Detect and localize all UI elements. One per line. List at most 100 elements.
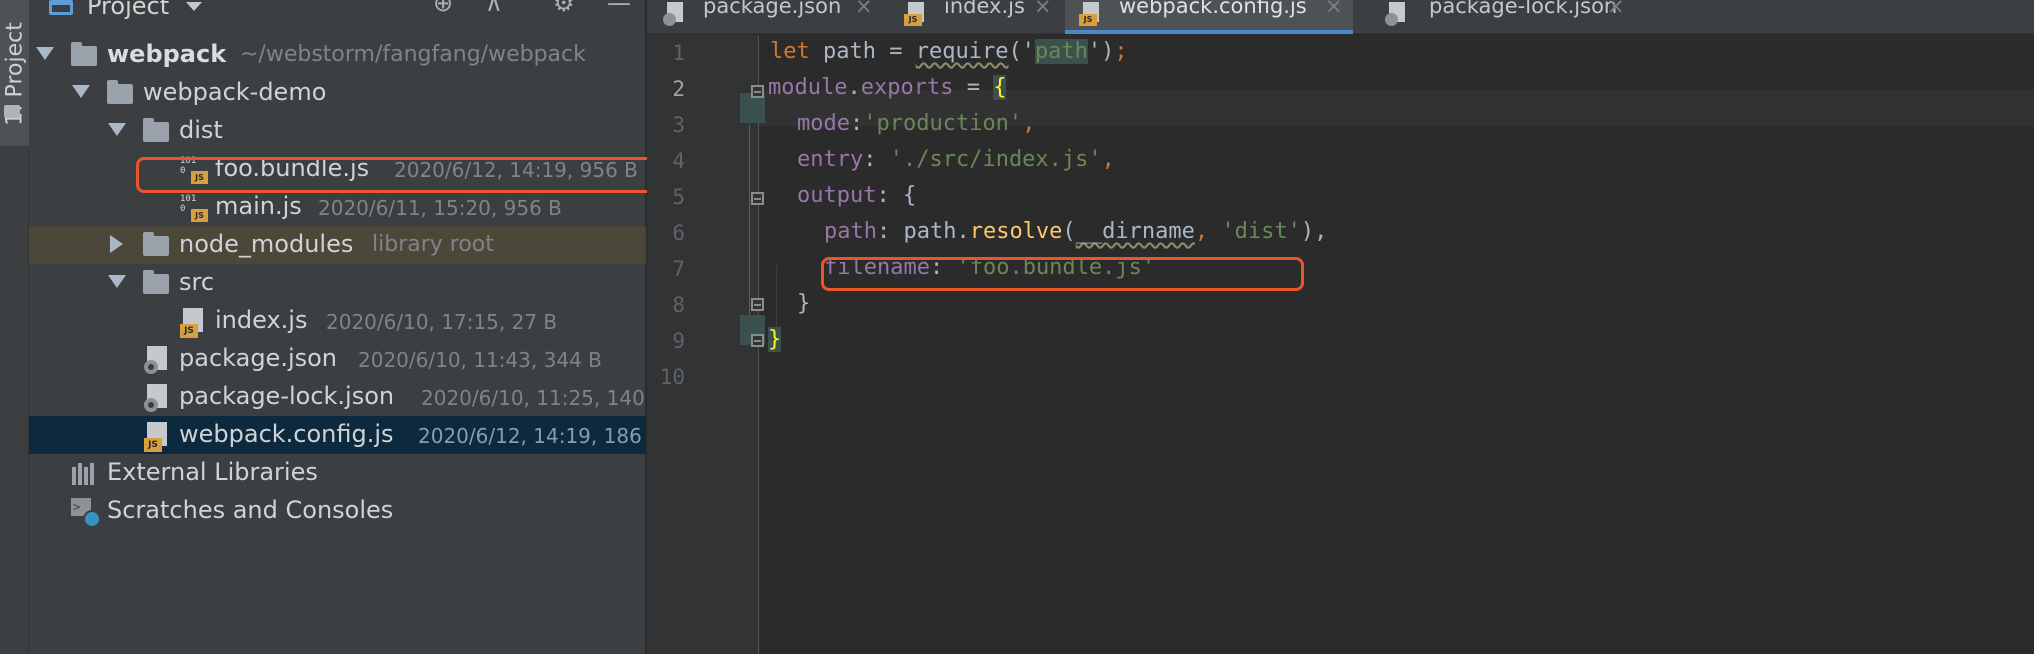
code-token: , — [1194, 219, 1222, 244]
folder-icon — [71, 42, 97, 66]
chevron-down-icon[interactable] — [108, 123, 126, 136]
chevron-down-icon[interactable] — [186, 2, 202, 11]
folder-icon — [143, 232, 169, 256]
code-token: : — [863, 147, 890, 172]
tree-item-webpack-demo[interactable]: webpack-demo — [29, 74, 646, 112]
close-icon[interactable]: × — [1034, 0, 1052, 18]
code-token: module — [768, 75, 848, 100]
project-view-selector[interactable]: Project — [87, 0, 169, 20]
fold-marker[interactable] — [751, 192, 764, 205]
project-window-icon — [49, 0, 73, 15]
fold-marker[interactable] — [751, 334, 764, 347]
tree-item-index-js[interactable]: JS index.js 2020/6/10, 17:15, 27 B — [29, 302, 646, 340]
code-token: : { — [876, 183, 917, 208]
chevron-down-icon[interactable] — [72, 85, 90, 98]
lock-json-file-icon — [144, 384, 172, 414]
code-line-2: module.exports = { — [768, 75, 1007, 100]
tree-item-label: webpack.config.js — [179, 420, 394, 448]
code-token: __dirname — [1075, 219, 1195, 244]
js-file-icon: JS — [1079, 2, 1101, 26]
code-token: exports — [860, 75, 954, 100]
js-file-icon: JS — [180, 308, 208, 338]
tab-label: package.json — [703, 0, 842, 18]
js-file-icon: JS — [144, 422, 172, 452]
code-token: entry — [797, 147, 864, 172]
folder-icon — [4, 105, 20, 118]
code-token: ') — [1087, 39, 1115, 64]
scratches-icon: > — [71, 498, 101, 528]
code-token: resolve — [969, 219, 1063, 244]
line-number: 5 — [672, 185, 685, 209]
chevron-down-icon[interactable] — [36, 47, 54, 60]
tree-item-dist[interactable]: dist — [29, 112, 646, 150]
tree-item-node-modules[interactable]: node_modules library root — [29, 226, 646, 264]
code-token: output — [797, 183, 877, 208]
fold-marker[interactable] — [751, 298, 764, 311]
line-number: 7 — [672, 257, 685, 281]
project-tool-window-button[interactable]: 1: Project — [0, 0, 29, 146]
tree-item-label: webpack — [107, 40, 227, 68]
close-icon[interactable]: × — [1607, 0, 1625, 18]
file-meta: 2020/6/10, 17:15, 27 B — [326, 310, 558, 334]
code-token: 'production' — [863, 111, 1023, 136]
tree-item-label: package-lock.json — [179, 382, 395, 410]
tree-item-label: External Libraries — [107, 458, 318, 486]
tree-item-main-js[interactable]: 101 0 JS main.js 2020/6/11, 15:20, 956 B — [29, 188, 646, 226]
editor-tab-bar: package.json × JS index.js × JS webpack.… — [647, 0, 2034, 34]
hide-panel-icon[interactable]: — — [607, 0, 631, 15]
code-token: require — [915, 39, 1009, 64]
tree-item-webpack[interactable]: webpack ~/webstorm/fangfang/webpack — [29, 36, 646, 74]
tab-package-lock-json[interactable]: package-lock.json × — [1369, 0, 1629, 34]
tree-item-scratches-and-consoles[interactable]: > Scratches and Consoles — [29, 492, 646, 530]
tool-window-stripe: 1: Project — [0, 0, 29, 654]
tab-label: webpack.config.js — [1119, 0, 1307, 18]
tree-item-package-lock-json[interactable]: package-lock.json 2020/6/10, 11:25, 140 — [29, 378, 646, 416]
close-icon[interactable]: × — [855, 0, 873, 18]
tree-item-label: main.js — [215, 192, 302, 220]
file-meta: 2020/6/12, 14:19, 186 — [418, 424, 642, 448]
folder-icon — [143, 270, 169, 294]
tab-package-json[interactable]: package.json × — [647, 0, 880, 34]
fold-marker[interactable] — [751, 85, 764, 98]
js-file-icon: JS — [904, 2, 926, 26]
line-number: 2 — [672, 77, 685, 101]
binary-js-file-icon: 101 0 JS — [180, 194, 208, 224]
code-token: let — [770, 39, 810, 64]
tab-index-js[interactable]: JS index.js × — [880, 0, 1060, 34]
code-line-8: } — [797, 291, 810, 316]
code-token: mode — [797, 111, 850, 136]
locate-file-icon[interactable]: ⊕ — [433, 0, 453, 15]
code-line-5: output: { — [797, 183, 916, 208]
library-root-label: library root — [372, 232, 494, 257]
project-panel-header: Project ⊕ ⊼ ⚙ — — [29, 0, 646, 24]
annotation-box-filename — [821, 257, 1304, 291]
chevron-down-icon[interactable] — [108, 275, 126, 288]
folder-icon — [107, 80, 133, 104]
tree-item-external-libraries[interactable]: External Libraries — [29, 454, 646, 492]
line-number: 3 — [672, 113, 685, 137]
tree-item-label: src — [179, 268, 215, 296]
close-icon[interactable]: × — [1325, 0, 1343, 18]
project-panel: Project ⊕ ⊼ ⚙ — webpack ~/webstorm/fangf… — [29, 0, 731, 654]
tab-label: package-lock.json — [1429, 0, 1618, 18]
code-token: './src/index.js' — [889, 147, 1102, 172]
code-token: } — [797, 291, 811, 316]
tree-item-webpack-config-js[interactable]: JS webpack.config.js 2020/6/12, 14:19, 1… — [29, 416, 646, 454]
code-token: = — [953, 75, 994, 100]
line-number: 9 — [672, 329, 685, 353]
chevron-right-icon[interactable] — [110, 235, 123, 253]
tab-webpack-config-js[interactable]: JS webpack.config.js × — [1065, 0, 1353, 34]
code-token: : — [849, 111, 864, 136]
collapse-all-icon[interactable]: ⊼ — [485, 0, 503, 15]
code-token: ( — [1062, 219, 1076, 244]
code-token: path — [1034, 39, 1088, 64]
tree-item-package-json[interactable]: package.json 2020/6/10, 11:43, 344 B — [29, 340, 646, 378]
lock-json-file-icon — [1385, 2, 1407, 26]
tree-item-src[interactable]: src — [29, 264, 646, 302]
tab-label: index.js — [944, 0, 1025, 18]
code-token: (' — [1008, 39, 1035, 64]
tree-item-label: node_modules — [179, 230, 354, 258]
gear-icon[interactable]: ⚙ — [553, 0, 575, 15]
line-number: 1 — [672, 41, 685, 65]
code-editor[interactable]: 1 2 3 4 5 6 7 8 9 10 let path = require(… — [647, 35, 2034, 654]
